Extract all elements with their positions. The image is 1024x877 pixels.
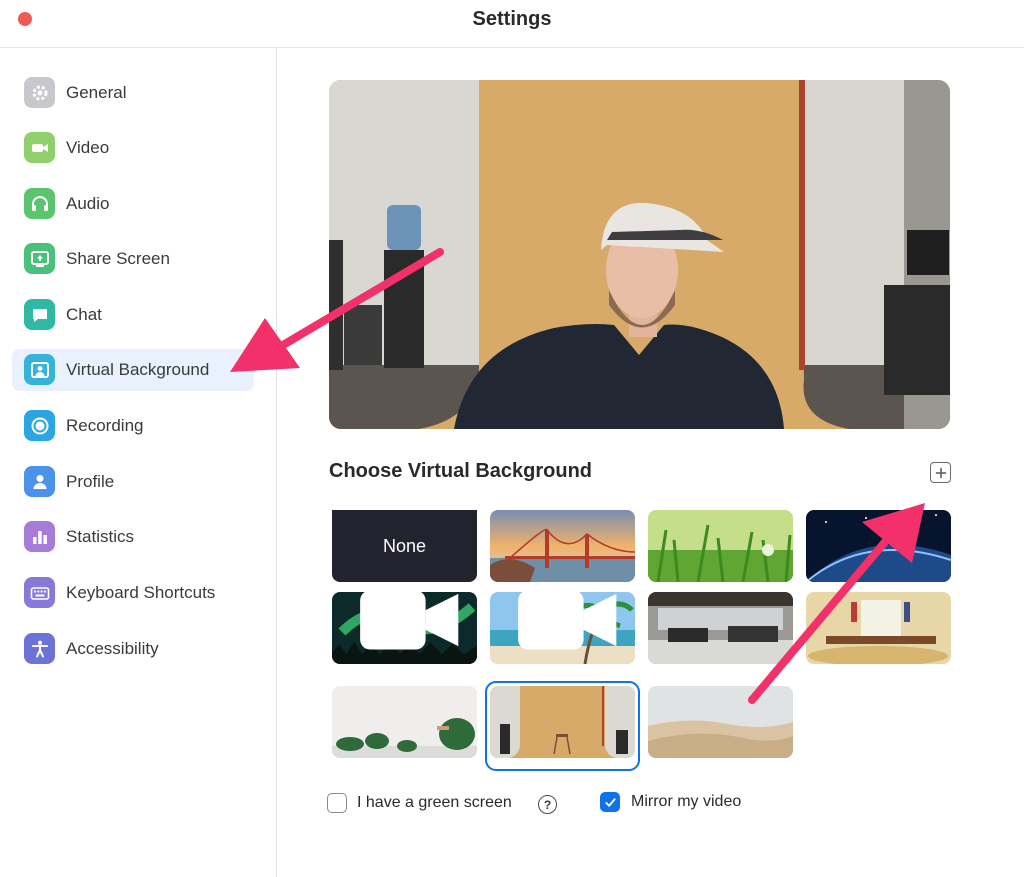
desert-thumbnail xyxy=(648,686,793,758)
space-thumbnail xyxy=(806,510,951,582)
background-option-desert[interactable] xyxy=(648,686,793,758)
background-option-aurora[interactable] xyxy=(332,592,477,664)
chat-bubble-icon xyxy=(24,299,55,330)
title-bar: Settings xyxy=(0,0,1024,48)
keyboard-icon xyxy=(24,577,55,608)
sidebar-item-label: Accessibility xyxy=(66,639,159,658)
sidebar-item-recording[interactable]: Recording xyxy=(12,405,254,447)
background-option-plants[interactable] xyxy=(332,686,477,758)
camera-preview xyxy=(329,80,950,429)
golden-gate-thumbnail xyxy=(490,510,635,582)
sidebar-item-general[interactable]: General xyxy=(12,72,254,114)
background-option-label: None xyxy=(382,535,427,556)
sidebar-item-label: Chat xyxy=(66,305,102,324)
background-option-beach[interactable] xyxy=(490,592,635,664)
section-title: Choose Virtual Background xyxy=(329,460,593,482)
sidebar-item-label: Profile xyxy=(66,472,115,491)
help-glyph: ? xyxy=(543,797,552,812)
background-option-none[interactable]: None xyxy=(332,510,477,582)
add-background-button[interactable] xyxy=(930,462,951,483)
sidebar-item-virtual-background[interactable]: Virtual Background xyxy=(12,349,254,391)
sidebar-item-label: Audio xyxy=(66,194,110,213)
checkmark-icon xyxy=(604,797,616,807)
sidebar-item-share-screen[interactable]: Share Screen xyxy=(12,238,254,280)
green-screen-checkbox[interactable] xyxy=(327,793,347,813)
share-screen-icon xyxy=(24,243,55,274)
green-screen-label: I have a green screen xyxy=(357,794,512,811)
sidebar-item-label: Virtual Background xyxy=(66,360,210,379)
bar-chart-icon xyxy=(24,521,55,552)
sidebar-item-audio[interactable]: Audio xyxy=(12,183,254,225)
background-option-studio[interactable] xyxy=(490,686,635,758)
sidebar-item-profile[interactable]: Profile xyxy=(12,461,254,503)
sidebar-item-keyboard-shortcuts[interactable]: Keyboard Shortcuts xyxy=(12,572,254,614)
background-option-office[interactable] xyxy=(648,592,793,664)
sidebar-item-label: Statistics xyxy=(66,527,135,546)
background-option-space[interactable] xyxy=(806,510,951,582)
gear-icon xyxy=(24,77,55,108)
sidebar-item-statistics[interactable]: Statistics xyxy=(12,516,254,558)
office-thumbnail xyxy=(648,592,793,664)
settings-sidebar: General Video Audio Share Screen Chat Vi… xyxy=(0,48,277,877)
mirror-video-checkbox[interactable] xyxy=(600,792,620,812)
sidebar-item-label: Recording xyxy=(66,416,144,435)
window-title: Settings xyxy=(472,8,552,30)
sidebar-item-label: General xyxy=(66,83,127,102)
video-background-icon xyxy=(518,592,617,650)
oval-office-thumbnail xyxy=(806,592,951,664)
video-camera-icon xyxy=(24,132,55,163)
mirror-video-label: Mirror my video xyxy=(631,793,742,810)
plants-thumbnail xyxy=(332,686,477,758)
sidebar-item-label: Share Screen xyxy=(66,249,170,268)
camera-preview-image xyxy=(329,80,950,429)
headphones-icon xyxy=(24,188,55,219)
sidebar-item-label: Video xyxy=(66,138,110,157)
sidebar-item-chat[interactable]: Chat xyxy=(12,294,254,336)
plus-icon xyxy=(935,467,946,478)
accessibility-icon xyxy=(24,633,55,664)
help-icon[interactable]: ? xyxy=(538,795,557,814)
person-frame-icon xyxy=(24,354,55,385)
record-icon xyxy=(24,410,55,441)
grass-thumbnail xyxy=(648,510,793,582)
background-option-golden-gate[interactable] xyxy=(490,510,635,582)
sidebar-item-accessibility[interactable]: Accessibility xyxy=(12,628,254,670)
studio-thumbnail xyxy=(490,686,635,758)
sidebar-item-video[interactable]: Video xyxy=(12,127,254,169)
sidebar-item-label: Keyboard Shortcuts xyxy=(66,583,216,602)
background-option-oval-office[interactable] xyxy=(806,592,951,664)
person-icon xyxy=(24,466,55,497)
video-background-icon xyxy=(360,592,459,650)
background-option-grass[interactable] xyxy=(648,510,793,582)
